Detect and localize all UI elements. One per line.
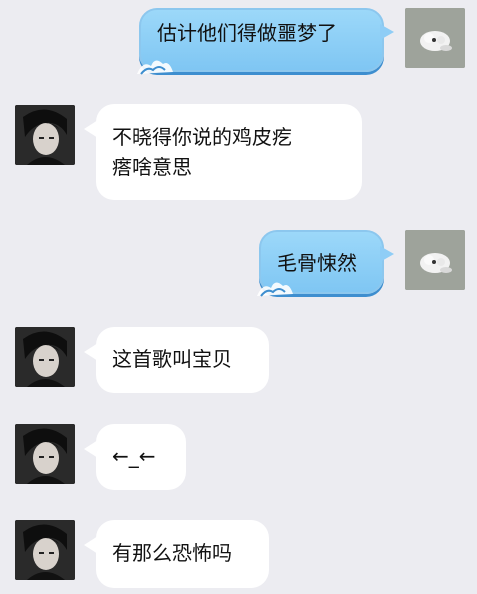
- incoming-message-6[interactable]: 有那么恐怖吗: [84, 520, 269, 588]
- outgoing-message-1[interactable]: 估计他们得做噩梦了: [137, 8, 394, 75]
- friend-avatar[interactable]: [15, 327, 75, 387]
- self-avatar-icon: [405, 230, 465, 290]
- friend-avatar-icon: [15, 327, 75, 387]
- self-avatar[interactable]: [405, 8, 465, 68]
- friend-avatar-icon: [15, 424, 75, 484]
- incoming-message-5[interactable]: ←_←: [84, 424, 186, 490]
- incoming-message-4[interactable]: 这首歌叫宝贝: [84, 327, 269, 393]
- friend-avatar[interactable]: [15, 424, 75, 484]
- chat-area: 估计他们得做噩梦了 不晓得你说的鸡皮疙 瘩啥意思 毛骨悚然 这首歌叫宝贝 ←_←…: [0, 0, 477, 594]
- friend-avatar-icon: [15, 520, 75, 580]
- message-text: 这首歌叫宝贝: [112, 347, 232, 371]
- self-avatar[interactable]: [405, 230, 465, 290]
- self-avatar-icon: [405, 8, 465, 68]
- message-text-line-1: 不晓得你说的鸡皮疙: [112, 125, 292, 149]
- message-text: ←_←: [112, 444, 156, 468]
- message-text: 有那么恐怖吗: [112, 541, 232, 565]
- message-text-line-2: 瘩啥意思: [112, 155, 192, 179]
- wave-decoration-icon: [257, 282, 293, 297]
- friend-avatar[interactable]: [15, 520, 75, 580]
- incoming-message-2[interactable]: 不晓得你说的鸡皮疙 瘩啥意思: [84, 104, 362, 200]
- wave-decoration-icon: [137, 60, 173, 75]
- outgoing-message-3[interactable]: 毛骨悚然: [257, 230, 394, 297]
- friend-avatar[interactable]: [15, 105, 75, 165]
- friend-avatar-icon: [15, 105, 75, 165]
- message-text: 估计他们得做噩梦了: [157, 21, 337, 45]
- message-text: 毛骨悚然: [277, 251, 357, 275]
